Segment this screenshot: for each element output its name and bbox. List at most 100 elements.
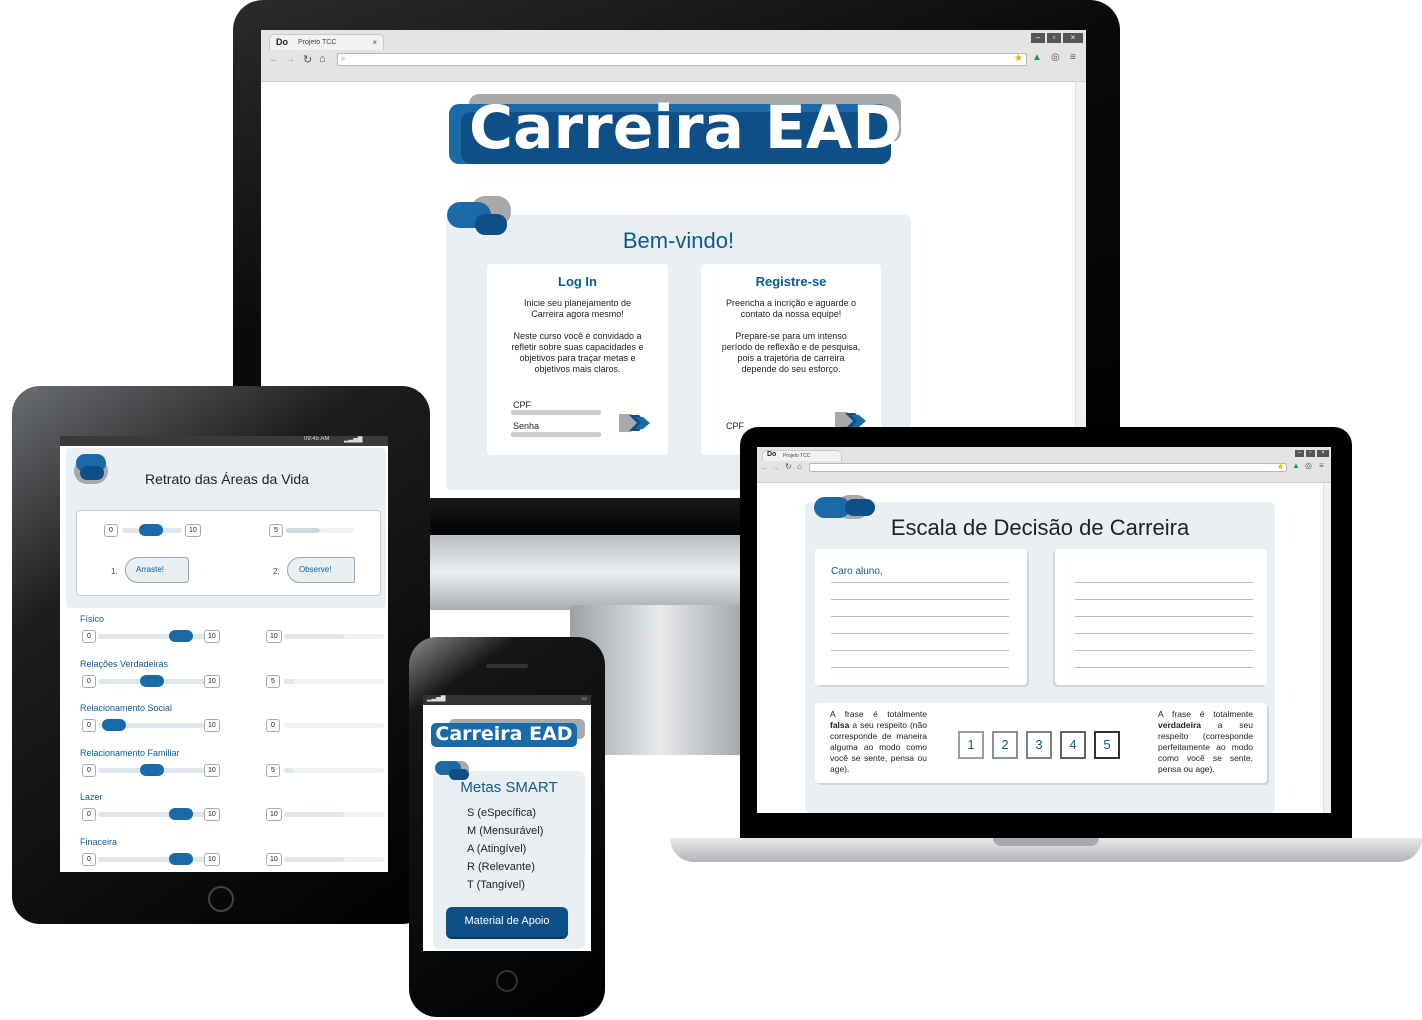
life-area-value-chip: 5 <box>266 674 280 688</box>
scale-option-1[interactable]: 1 <box>958 731 984 759</box>
minimize-button[interactable]: – <box>1031 33 1045 43</box>
laptop-browser-tab[interactable]: Do Projeto TCC <box>762 450 842 461</box>
tablet-title: Retrato das Áreas da Vida <box>145 471 309 487</box>
life-area-max-chip: 10 <box>204 630 220 643</box>
laptop-home-icon[interactable]: ⌂ <box>797 462 802 471</box>
life-area-result-fill <box>284 634 344 639</box>
maximize-button[interactable]: ▫ <box>1047 33 1061 43</box>
letter-line <box>1075 633 1253 634</box>
register-text-2: Prepare-se para um intenso período de re… <box>721 331 861 374</box>
observe-step-button[interactable]: Observe! <box>287 557 355 583</box>
laptop-reload-icon[interactable]: ↻ <box>785 462 792 471</box>
letter-line <box>1075 650 1253 651</box>
login-card: Log In Inicie seu planejamento de Carrei… <box>487 264 668 455</box>
scale-true-description: A frase é totalmente verdadeira a seu re… <box>1158 709 1253 774</box>
smart-item: R (Relevante) <box>467 861 535 873</box>
reload-icon[interactable]: ↻ <box>303 53 312 66</box>
demo-value-track <box>286 528 320 533</box>
tablet-home-button[interactable] <box>208 886 234 912</box>
life-area-slider-knob[interactable] <box>102 719 126 731</box>
letter-line <box>831 650 1009 651</box>
scale-option-4[interactable]: 4 <box>1060 731 1086 759</box>
register-cpf-label: CPF <box>726 421 744 431</box>
letter-card-left: Caro aluno, <box>815 549 1027 685</box>
laptop-back-icon[interactable]: ← <box>761 463 769 472</box>
letter-greeting: Caro aluno, <box>831 566 883 577</box>
laptop-menu-icon[interactable]: ≡ <box>1319 461 1324 470</box>
demo-min-chip: 0 <box>104 524 118 537</box>
life-area-min-chip: 0 <box>82 852 96 866</box>
senha-input[interactable] <box>511 432 601 437</box>
laptop-forward-icon[interactable]: → <box>772 463 780 472</box>
life-area-result-fill <box>284 856 344 862</box>
life-area-max-chip: 10 <box>204 674 220 688</box>
career-scale-title: Escala de Decisão de Carreira <box>890 515 1190 540</box>
login-text-2: Neste curso você é convidado a refletir … <box>511 331 644 374</box>
laptop-drive-icon[interactable]: ▲ <box>1292 461 1300 470</box>
laptop-maximize-button[interactable]: ▫ <box>1306 450 1315 457</box>
search-icon: ⌕ <box>341 54 346 63</box>
drive-icon[interactable]: ▲ <box>1032 52 1042 63</box>
life-area-min-chip: 0 <box>82 719 96 732</box>
life-area-max-chip: 10 <box>204 808 220 821</box>
life-area-result-fill <box>284 678 294 684</box>
life-area-slider-knob[interactable] <box>169 630 193 642</box>
laptop-browser-toolbar: Do Projeto TCC – ▫ × ← → ↻ ⌂ ★ ▲ ◎ ≡ <box>757 447 1331 483</box>
close-window-button[interactable]: × <box>1063 33 1083 43</box>
scale-option-3[interactable]: 3 <box>1026 731 1052 759</box>
laptop-extension-icon[interactable]: ◎ <box>1305 461 1312 470</box>
login-text-1: Inicie seu planejamento de Carreira agor… <box>523 298 632 319</box>
life-area-max-chip: 10 <box>204 852 220 866</box>
life-area-value-chip: 10 <box>266 852 282 866</box>
drag-step-button[interactable]: Arraste! <box>125 557 189 583</box>
cpf-input[interactable] <box>511 410 601 415</box>
letter-line <box>831 667 1009 668</box>
scale-option-2[interactable]: 2 <box>992 731 1018 759</box>
cpf-label: CPF <box>513 400 531 410</box>
browser-tab[interactable]: Do Projeto TCC × <box>269 34 384 50</box>
menu-icon[interactable]: ≡ <box>1070 52 1076 63</box>
phone-battery-icon: ▭ <box>581 696 587 702</box>
phone-signal-icon: ▂▃▅▇ <box>427 696 446 702</box>
life-area-label: Relacionamento Social <box>80 703 173 713</box>
letter-line <box>1075 616 1253 617</box>
letter-line <box>831 633 1009 634</box>
letter-line <box>1075 667 1253 668</box>
drag-step-label: Arraste! <box>136 565 165 574</box>
life-area-slider-knob[interactable] <box>169 808 193 820</box>
laptop-minimize-button[interactable]: – <box>1295 450 1304 457</box>
register-text-1: Preencha a incrição e aguarde o contato … <box>725 298 857 319</box>
letter-line <box>1075 599 1253 600</box>
life-area-label: Relacionamento Familiar <box>80 747 180 758</box>
welcome-heading: Bem-vindo! <box>622 228 735 253</box>
login-submit-arrow-icon[interactable] <box>617 412 653 434</box>
phone-home-button[interactable] <box>496 970 518 992</box>
scale-option-5[interactable]: 5 <box>1094 731 1120 759</box>
laptop-bookmark-star-icon[interactable]: ★ <box>1277 462 1284 471</box>
life-area-label: Relações Verdadeiras <box>80 658 169 669</box>
demo-slider-knob[interactable] <box>139 524 163 536</box>
smart-item: A (Atingível) <box>467 843 527 855</box>
support-material-button[interactable]: Material de Apoio <box>446 907 568 937</box>
life-area-min-chip: 0 <box>82 630 96 643</box>
life-area-slider-knob[interactable] <box>169 852 193 865</box>
back-icon[interactable]: ← <box>269 54 279 65</box>
demo-value-track-rest <box>320 528 354 533</box>
laptop-address-bar[interactable]: ★ <box>809 462 1287 472</box>
tab-logo: Do <box>276 37 288 47</box>
life-area-slider-knob[interactable] <box>140 674 164 687</box>
laptop-scrollbar[interactable] <box>1323 483 1331 813</box>
extension-icon[interactable]: ◎ <box>1051 52 1060 63</box>
life-area-result-fill <box>284 812 344 817</box>
address-bar[interactable]: ⌕ ★ <box>337 53 1027 66</box>
bookmark-star-icon[interactable]: ★ <box>1014 53 1023 64</box>
laptop-close-button[interactable]: × <box>1317 450 1329 457</box>
forward-icon[interactable]: → <box>285 54 295 65</box>
tab-close-icon[interactable]: × <box>372 38 377 47</box>
home-icon[interactable]: ⌂ <box>319 53 326 65</box>
letter-line <box>831 599 1009 600</box>
tablet-screen: 09:45 AM ▂▃▅▇ Retrato das Áreas da Vida … <box>60 436 388 872</box>
smart-title: Metas SMART <box>460 779 558 796</box>
life-area-slider-knob[interactable] <box>140 763 164 776</box>
letter-line <box>1075 582 1253 583</box>
